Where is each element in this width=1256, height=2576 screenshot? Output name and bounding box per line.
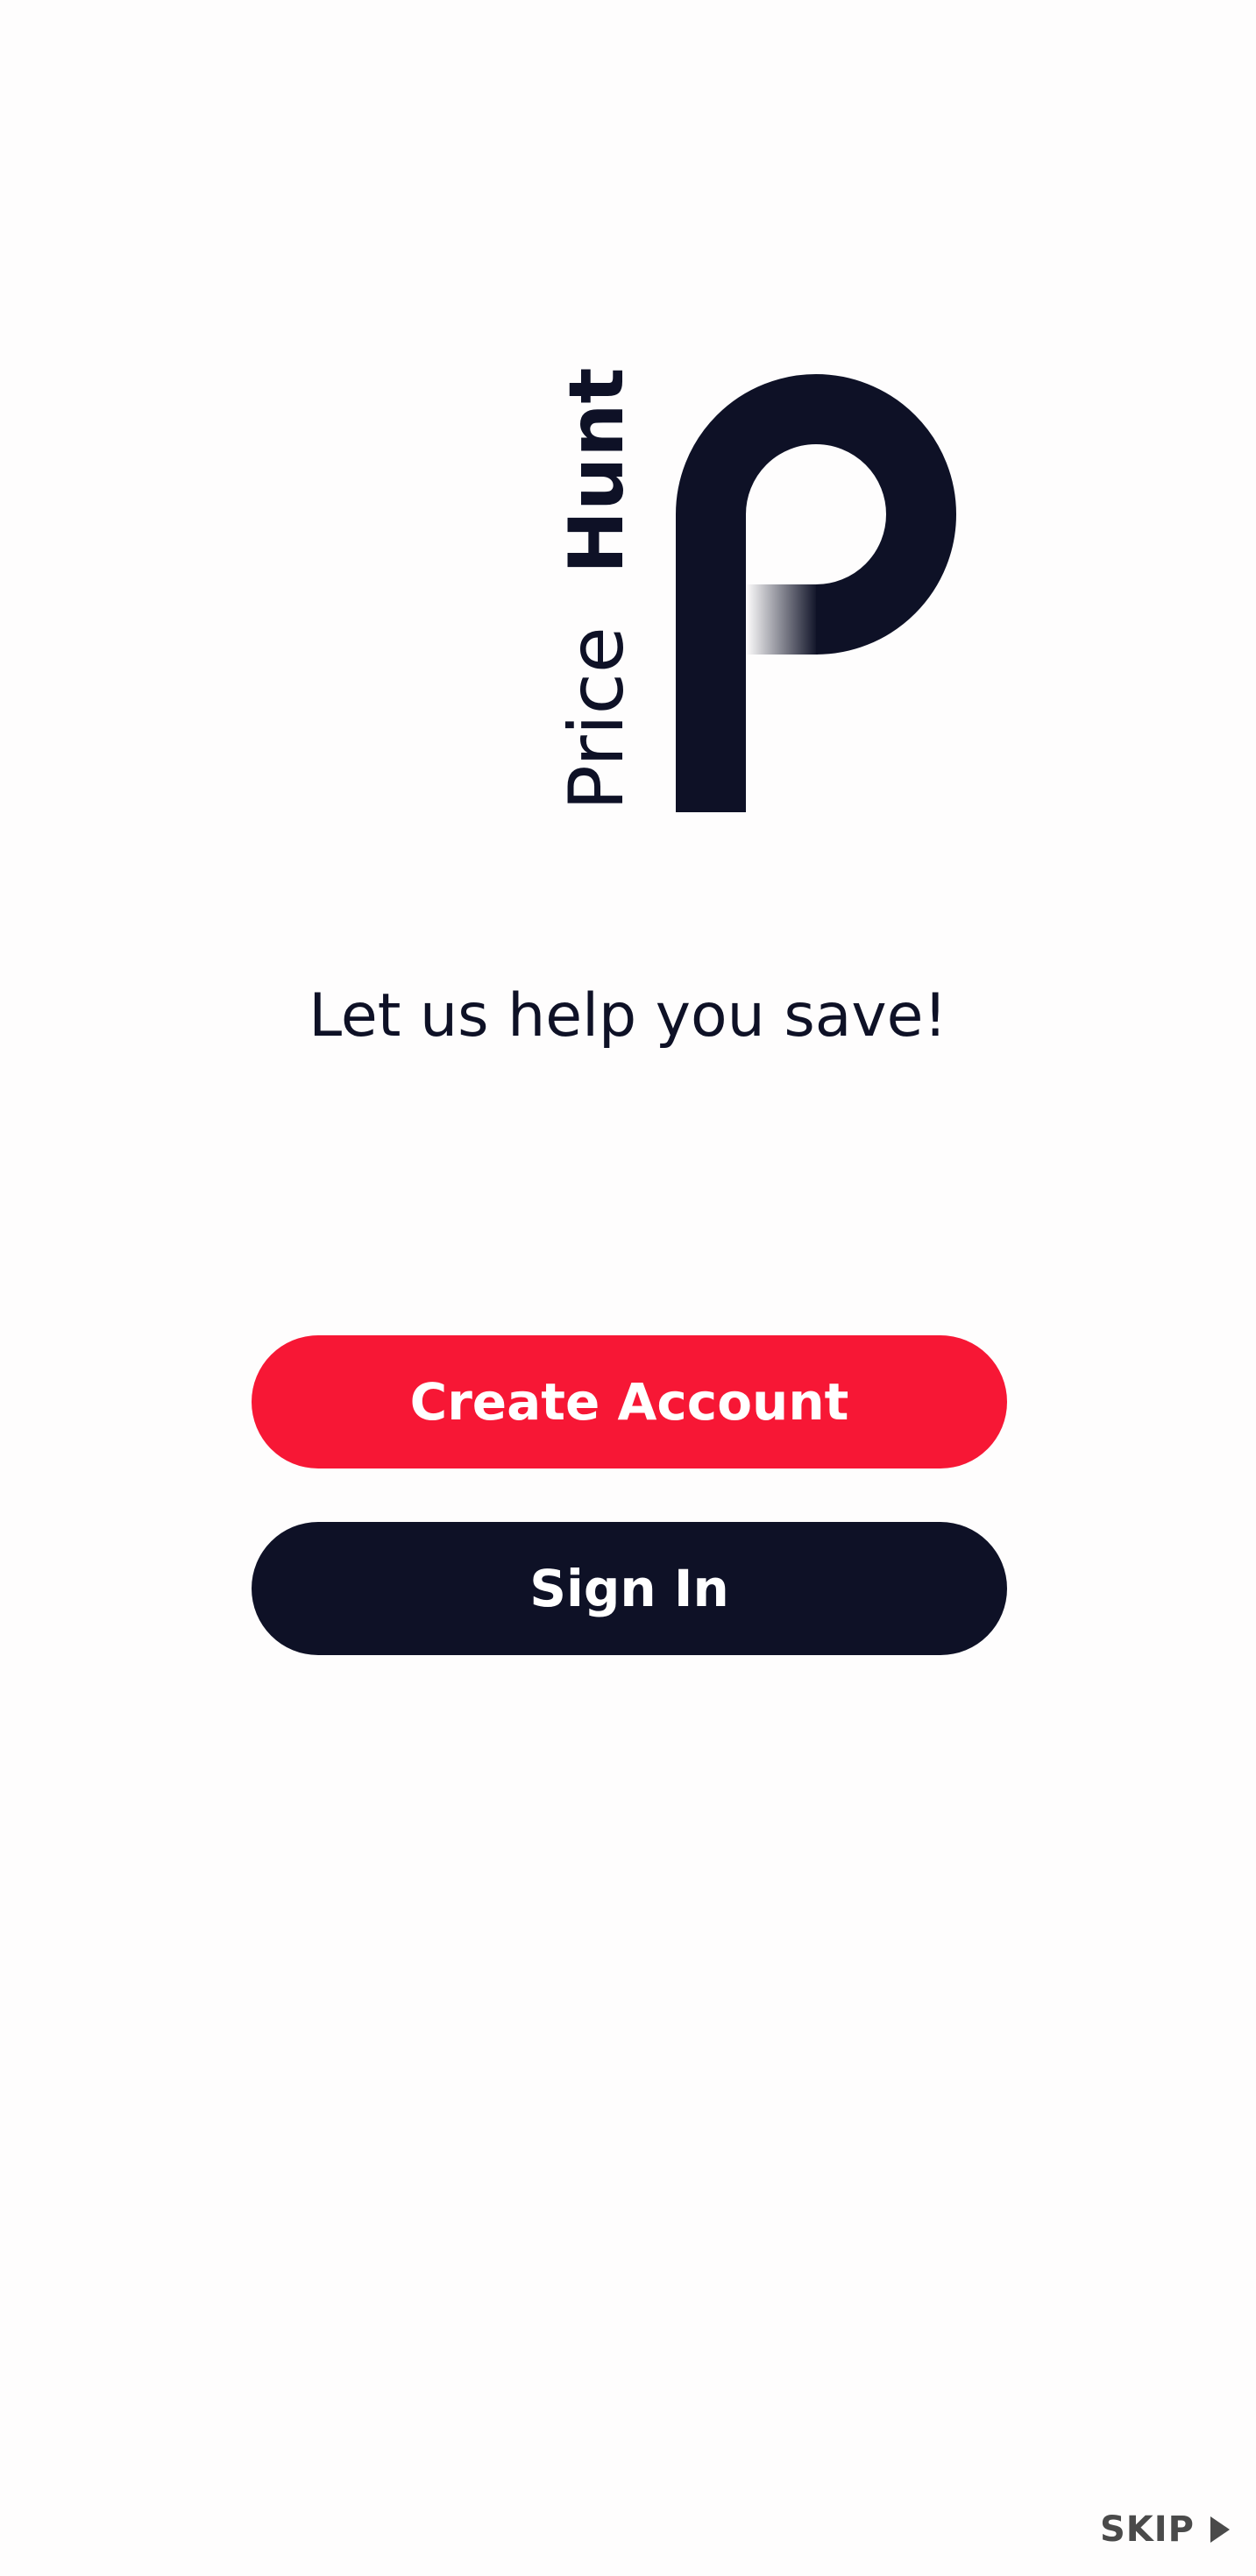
price-hunt-logo: Price Hunt — [553, 367, 956, 812]
skip-button[interactable]: SKIP — [1100, 2509, 1230, 2550]
play-triangle-icon — [1210, 2516, 1230, 2543]
create-account-button[interactable]: Create Account — [252, 1335, 1007, 1468]
logo-word-hunt: Hunt — [553, 367, 641, 574]
logo-p-bar — [746, 584, 818, 655]
skip-label: SKIP — [1099, 2509, 1195, 2550]
sign-in-label: Sign In — [529, 1559, 729, 1618]
logo-word-price: Price — [553, 626, 641, 810]
sign-in-button[interactable]: Sign In — [252, 1522, 1007, 1655]
create-account-label: Create Account — [409, 1372, 849, 1432]
tagline: Let us help you save! — [309, 981, 947, 1051]
